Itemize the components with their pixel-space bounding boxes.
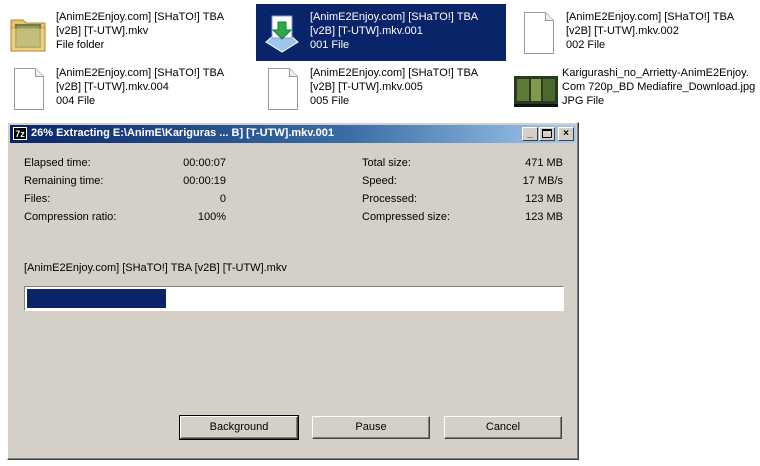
file-type: JPG File: [562, 95, 605, 107]
processed-label: Processed:: [362, 193, 418, 205]
file-tile[interactable]: [AnimE2Enjoy.com] [SHaTO!] TBA [v2B] [T-…: [518, 10, 754, 60]
file-type: 002 File: [566, 39, 606, 51]
compression-ratio-label: Compression ratio:: [24, 211, 117, 223]
cancel-button[interactable]: Cancel: [444, 416, 562, 439]
file-tile[interactable]: Karigurashi_no_Arrietty-AnimE2Enjoy. Com…: [514, 66, 758, 116]
file-name-line: [AnimE2Enjoy.com] [SHaTO!] TBA: [56, 11, 225, 23]
file-name-line: [v2B] [T-UTW].mkv.001: [310, 25, 423, 37]
close-button[interactable]: ×: [558, 127, 574, 141]
minimize-button[interactable]: _: [522, 127, 538, 141]
document-icon: [8, 68, 48, 112]
background-button[interactable]: Background: [179, 415, 299, 440]
image-thumbnail-icon: [514, 68, 558, 112]
file-name-line: [v2B] [T-UTW].mkv.005: [310, 81, 423, 93]
maximize-icon: [542, 129, 552, 138]
file-name-line: [v2B] [T-UTW].mkv.004: [56, 81, 169, 93]
elapsed-time-label: Elapsed time:: [24, 157, 91, 169]
files-label: Files:: [24, 193, 51, 205]
progress-bar: [24, 286, 564, 311]
archive-extract-icon: [262, 12, 302, 56]
minimize-icon: _: [527, 128, 533, 139]
file-type: 005 File: [310, 95, 350, 107]
file-name-line: [v2B] [T-UTW].mkv: [56, 25, 149, 37]
speed-value: 17 MB/s: [522, 175, 563, 187]
speed-label: Speed:: [362, 175, 397, 187]
elapsed-time-value: 00:00:07: [183, 157, 226, 169]
total-size-value: 471 MB: [525, 157, 563, 169]
compression-ratio-value: 100%: [197, 211, 226, 223]
file-type: 001 File: [310, 39, 350, 51]
folder-icon: [8, 12, 48, 56]
dialog-title-bar[interactable]: 7z 26% Extracting E:\AnimE\Kariguras ...…: [10, 125, 576, 143]
file-name-line: [v2B] [T-UTW].mkv.002: [566, 25, 679, 37]
file-tile[interactable]: [AnimE2Enjoy.com] [SHaTO!] TBA [v2B] [T-…: [262, 66, 506, 116]
remaining-time-value: 00:00:19: [183, 175, 226, 187]
compressed-size-value: 123 MB: [525, 211, 563, 223]
close-icon: ×: [563, 128, 569, 139]
dialog-title: 26% Extracting E:\AnimE\Kariguras ... B]…: [31, 127, 334, 139]
processed-value: 123 MB: [525, 193, 563, 205]
file-name-line: Com 720p_BD Mediafire_Download.jpg: [562, 81, 756, 93]
file-name-line: [AnimE2Enjoy.com] [SHaTO!] TBA: [310, 11, 479, 23]
current-file-name: [AnimE2Enjoy.com] [SHaTO!] TBA [v2B] [T-…: [24, 262, 287, 274]
files-value: 0: [219, 193, 226, 205]
extract-progress-dialog: 7z 26% Extracting E:\AnimE\Kariguras ...…: [7, 122, 579, 460]
compressed-size-label: Compressed size:: [362, 211, 451, 223]
document-icon: [518, 12, 558, 56]
remaining-time-label: Remaining time:: [24, 175, 104, 187]
file-tile[interactable]: [AnimE2Enjoy.com] [SHaTO!] TBA [v2B] [T-…: [8, 10, 248, 60]
file-tile[interactable]: [AnimE2Enjoy.com] [SHaTO!] TBA [v2B] [T-…: [8, 66, 248, 116]
total-size-label: Total size:: [362, 157, 411, 169]
file-type: File folder: [56, 39, 105, 51]
pause-button[interactable]: Pause: [312, 416, 430, 439]
file-name-line: [AnimE2Enjoy.com] [SHaTO!] TBA: [566, 11, 735, 23]
file-name-line: [AnimE2Enjoy.com] [SHaTO!] TBA: [310, 67, 479, 79]
maximize-button[interactable]: [539, 127, 555, 141]
file-tile-selected[interactable]: [AnimE2Enjoy.com] [SHaTO!] TBA [v2B] [T-…: [256, 4, 506, 61]
document-icon: [262, 68, 302, 112]
file-type: 004 File: [56, 95, 96, 107]
file-name-line: [AnimE2Enjoy.com] [SHaTO!] TBA: [56, 67, 225, 79]
file-name-line: Karigurashi_no_Arrietty-AnimE2Enjoy.: [562, 67, 749, 79]
progress-bar-fill: [27, 289, 166, 308]
7zip-app-icon: 7z: [13, 127, 27, 140]
